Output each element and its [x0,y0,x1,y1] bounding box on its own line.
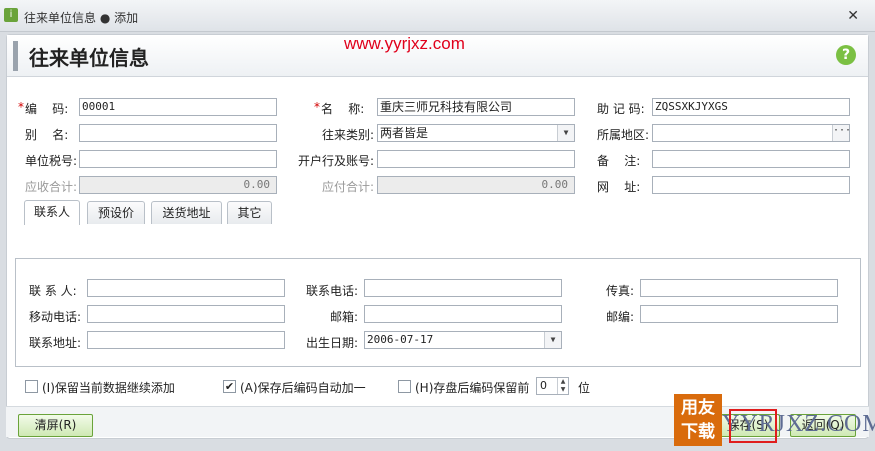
code-field[interactable]: 00001 [79,98,277,116]
zip-label: 邮编: [606,310,635,324]
prefix-digits-stepper[interactable]: 0 ▲ ▼ [536,377,569,395]
alias-field[interactable] [79,124,277,142]
fax-field[interactable] [640,279,838,297]
clear-button[interactable]: 清屏(R) [18,414,93,437]
mnemonic-field[interactable]: ZQSSXKJYXGS [652,98,850,116]
region-field[interactable]: ··· [652,124,850,142]
bank-field[interactable] [377,150,575,168]
name-value: 重庆三师兄科技有限公司 [380,100,513,114]
page-title: 往来单位信息 [29,46,149,70]
digits-unit-label: 位 [578,381,591,395]
download-logo-badge: 用友 下载 [674,394,722,446]
address-label: 联系地址: [29,336,82,350]
fax-label: 传真: [606,284,635,298]
tab-contacts[interactable]: 联系人 [24,200,80,225]
keep-data-checkbox[interactable] [25,380,38,393]
required-mark: * [314,100,320,114]
birthday-picker[interactable]: 2006-07-17 ▼ [364,331,562,349]
tab-preset-price[interactable]: 预设价 [87,201,145,224]
name-field[interactable]: 重庆三师兄科技有限公司 [377,98,575,116]
receivable-label: 应收合计: [25,180,78,194]
region-label: 所属地区: [597,128,650,142]
help-icon[interactable]: ? [836,45,856,65]
birthday-value: 2006-07-17 [367,333,434,346]
close-icon[interactable]: ✕ [847,8,859,24]
mobile-label: 移动电话: [29,310,82,324]
window-title: 往来单位信息 ● 添加 [24,11,139,25]
payable-label: 应付合计: [322,180,375,194]
keep-prefix-label: (H)存盘后编码保留前 [415,381,530,395]
address-field[interactable] [87,331,285,349]
remark-field[interactable] [652,150,850,168]
tax-no-field[interactable] [79,150,277,168]
bank-label: 开户行及账号: [298,154,375,168]
type-select[interactable]: 两者皆是 ▼ [377,124,575,142]
keep-data-label: (I)保留当前数据继续添加 [42,381,175,395]
website-field[interactable] [652,176,850,194]
chevron-down-icon[interactable]: ▼ [557,125,574,141]
contact-phone-field[interactable] [364,279,562,297]
ellipsis-icon[interactable]: ··· [832,125,849,141]
tab-delivery-address[interactable]: 送货地址 [151,201,222,224]
tax-no-label: 单位税号: [25,154,78,168]
mnemonic-label: 助 记 码: [597,102,645,116]
keep-prefix-checkbox[interactable] [398,380,411,393]
auto-increment-checkbox[interactable]: ✔ [223,380,236,393]
spin-arrows-icon[interactable]: ▲ ▼ [557,378,568,394]
contact-person-field[interactable] [87,279,285,297]
birthday-label: 出生日期: [306,336,359,350]
email-label: 邮箱: [330,310,359,324]
name-label: 名 称: [321,102,365,116]
app-icon: i [4,8,18,22]
contact-phone-label: 联系电话: [306,284,359,298]
type-label: 往来类别: [322,128,375,142]
website-label: 网 址: [597,180,641,194]
contact-person-label: 联 系 人: [29,284,77,298]
required-mark: * [18,100,24,114]
chevron-down-icon[interactable]: ▼ [544,332,561,348]
type-value: 两者皆是 [380,126,429,140]
alias-label: 别 名: [25,128,69,142]
logo-highlight-box [729,409,777,443]
receivable-field: 0.00 [79,176,277,194]
remark-label: 备 注: [597,154,641,168]
zip-field[interactable] [640,305,838,323]
payable-field: 0.00 [377,176,575,194]
code-label: 编 码: [25,102,69,116]
watermark-text: www.yyrjxz.com [344,34,465,53]
prefix-digits-value: 0 [540,379,547,392]
tab-other[interactable]: 其它 [227,201,272,224]
auto-increment-label: (A)保存后编码自动加一 [240,381,366,395]
email-field[interactable] [364,305,562,323]
header-accent-bar [13,41,18,71]
mobile-field[interactable] [87,305,285,323]
title-bar: i 往来单位信息 ● 添加 ✕ [0,0,875,32]
